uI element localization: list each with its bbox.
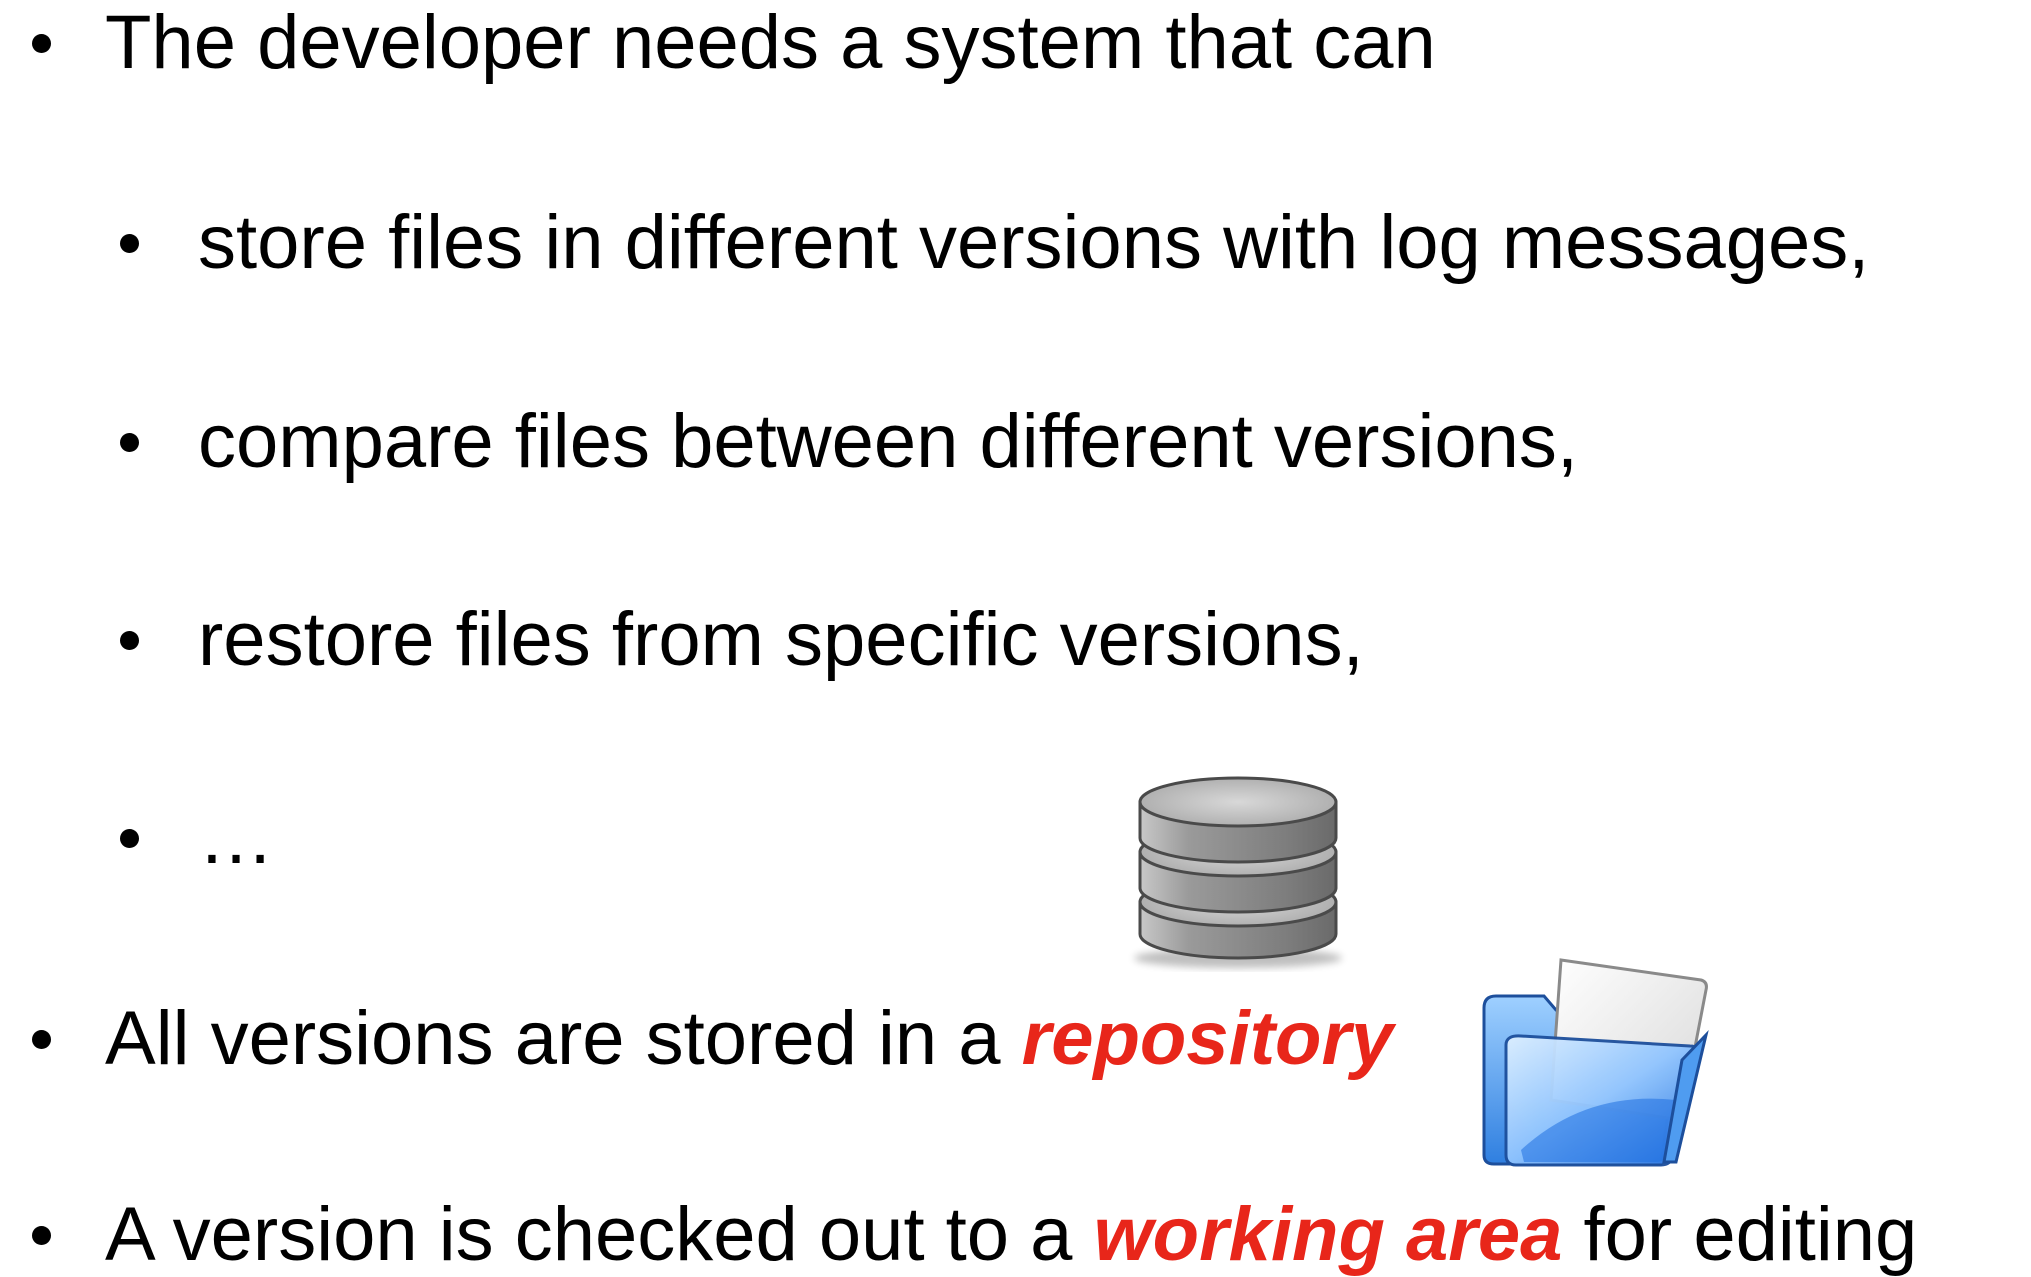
working-area-emphasis: working area — [1093, 1192, 1563, 1277]
sub-bullet-dot — [120, 829, 139, 848]
working-area-suffix: for editing — [1562, 1192, 1918, 1277]
bullet-dot — [32, 1030, 51, 1049]
bullet-intro: The developer needs a system that can — [105, 0, 1436, 85]
bullet-dot — [32, 34, 51, 53]
sub-bullet-dot — [120, 234, 139, 253]
sub-bullet-dot — [120, 433, 139, 452]
database-icon — [1134, 776, 1342, 968]
repository-emphasis: repository — [1021, 996, 1394, 1081]
repository-text: All versions are stored in a — [105, 996, 1022, 1081]
bullet-dot — [32, 1226, 51, 1245]
sub-item-restore: restore files from specific versions, — [198, 597, 1364, 682]
working-area-text: A version is checked out to a — [105, 1192, 1094, 1277]
bullet-repository: All versions are stored in a repository — [105, 1001, 1393, 1077]
sub-item-compare: compare files between different versions… — [198, 399, 1578, 484]
folder-icon — [1482, 958, 1709, 1167]
sub-item-store: store files in different versions with l… — [198, 200, 1870, 285]
bullet-working-area: A version is checked out to a working ar… — [105, 1197, 1917, 1273]
sub-bullet-dot — [120, 631, 139, 650]
sub-item-ellipsis: … — [198, 795, 274, 880]
